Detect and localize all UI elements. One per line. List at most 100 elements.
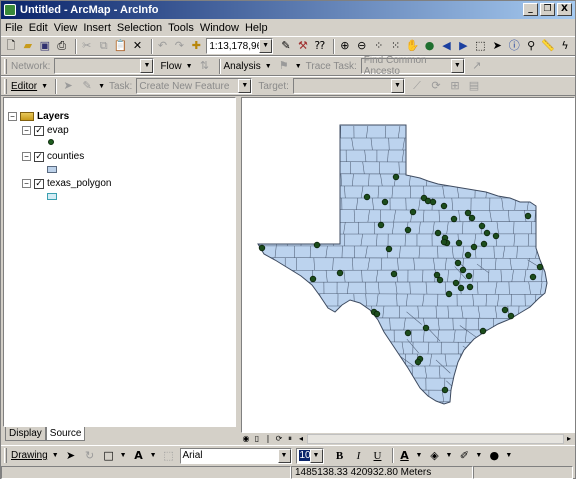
text-dropdown-icon[interactable]: ▼ [150,452,157,459]
sketch-dropdown-icon[interactable]: ▼ [98,83,105,90]
evap-point[interactable] [480,240,488,248]
editor-dropdown-icon[interactable]: ▼ [41,83,48,90]
evap-point[interactable] [459,266,467,274]
line-color-dropdown-icon[interactable]: ▼ [475,452,482,459]
solve-icon[interactable]: ↗ [469,58,485,74]
evap-point[interactable] [440,238,448,246]
marker-color-icon[interactable]: ● [486,448,502,464]
font-size-combo[interactable]: 10 ▼ [295,447,324,464]
fixed-zoom-in-icon[interactable]: ⁘ [372,38,386,54]
evap-point[interactable] [507,312,515,320]
evap-point[interactable] [409,208,417,216]
select-elements-icon[interactable]: ➤ [490,38,504,54]
evap-point[interactable] [404,329,412,337]
menu-help[interactable]: Help [245,22,268,34]
evap-point[interactable] [336,269,344,277]
evap-point[interactable] [464,251,472,259]
menu-window[interactable]: Window [200,22,239,34]
evap-point[interactable] [452,279,460,287]
editor-menu[interactable]: Editor [11,81,37,92]
pan-icon[interactable]: ✋ [406,38,420,54]
evap-point[interactable] [445,290,453,298]
evap-point[interactable] [470,243,478,251]
layer-checkbox[interactable]: ✓ [34,178,44,189]
collapse-icon[interactable]: − [22,126,31,135]
split-tool-icon[interactable]: ⟋ [409,78,425,94]
bold-button[interactable]: B [332,448,348,464]
evap-point[interactable] [258,244,266,252]
flag-dropdown-icon[interactable]: ▼ [295,63,302,70]
fixed-zoom-out-icon[interactable]: ⁙ [389,38,403,54]
scroll-right-icon[interactable]: ▸ [564,434,574,444]
copy-icon[interactable]: ⧉ [97,38,111,54]
globe-icon[interactable]: ◉ [241,434,251,444]
evap-point[interactable] [363,193,371,201]
menu-edit[interactable]: Edit [29,22,48,34]
evap-point[interactable] [309,275,317,283]
minimize-button[interactable]: _ [523,3,538,16]
evap-point[interactable] [422,324,430,332]
italic-button[interactable]: I [351,448,367,464]
trace-task-combo[interactable]: Find Common Ancesto ▼ [360,55,465,77]
tab-source[interactable]: Source [45,427,86,441]
chevron-down-icon[interactable]: ▼ [277,448,291,463]
layer-checkbox[interactable]: ✓ [34,151,44,162]
save-icon[interactable]: ▣ [38,38,52,54]
tab-display[interactable]: Display [5,427,46,441]
evap-point[interactable] [440,202,448,210]
sketch-tool-icon[interactable]: ✎ [79,78,95,94]
back-extent-icon[interactable]: ◀ [439,38,453,54]
add-data-icon[interactable]: ✚ [189,38,203,54]
rotate-tool-icon[interactable]: ⟳ [428,78,444,94]
evap-point[interactable] [313,241,321,249]
zoom-in-icon[interactable]: ⊕ [338,38,352,54]
scroll-left-icon[interactable]: ◂ [296,434,306,444]
network-combo[interactable]: ▼ [54,58,155,74]
evap-point[interactable] [436,276,444,284]
rectangle-dropdown-icon[interactable]: ▼ [120,452,127,459]
collapse-icon[interactable]: − [22,152,31,161]
layout-view-icon[interactable]: ▯ [252,434,262,444]
evap-point[interactable] [465,272,473,280]
evap-point[interactable] [479,327,487,335]
evap-point[interactable] [441,386,449,394]
sketch-properties-icon[interactable]: ▤ [466,78,482,94]
redo-icon[interactable]: ↷ [172,38,186,54]
toc-root[interactable]: − Layers [8,111,69,122]
editor-toolbar-icon[interactable]: ✎ [279,38,293,54]
delete-icon[interactable]: ✕ [131,38,145,54]
evap-point[interactable] [454,259,462,267]
evap-point[interactable] [373,310,381,318]
flow-dropdown-icon[interactable]: ▼ [186,63,193,70]
analysis-dropdown-icon[interactable]: ▼ [265,63,272,70]
measure-icon[interactable]: 📏 [541,38,555,54]
evap-point[interactable] [468,214,476,222]
evap-point[interactable] [385,245,393,253]
flow-tool-icon[interactable]: ⇅ [197,58,213,74]
evap-point[interactable] [414,358,422,366]
cut-icon[interactable]: ✂ [80,38,94,54]
identify-icon[interactable]: ⓘ [507,38,521,54]
paste-icon[interactable]: 📋 [114,38,128,54]
evap-point[interactable] [455,239,463,247]
chevron-down-icon[interactable]: ▼ [259,39,273,53]
fill-color-dropdown-icon[interactable]: ▼ [445,452,452,459]
font-color-icon[interactable]: A [397,448,413,464]
chevron-down-icon[interactable]: ▼ [238,79,252,93]
find-icon[interactable]: ⚲ [524,38,538,54]
chevron-down-icon[interactable]: ▼ [390,79,404,93]
target-combo[interactable]: ▼ [292,78,405,94]
refresh-icon[interactable]: ⟳ [274,434,284,444]
evap-point[interactable] [464,209,472,217]
evap-point[interactable] [433,271,441,279]
menu-insert[interactable]: Insert [83,22,111,34]
evap-point[interactable] [466,283,474,291]
map-scale-combo[interactable]: 1:13,178,961 ▼ [206,38,274,54]
evap-point[interactable] [434,229,442,237]
evap-point[interactable] [536,263,544,271]
menu-view[interactable]: View [54,22,78,34]
arctoolbox-icon[interactable]: ⚒ [296,38,310,54]
evap-point[interactable] [524,212,532,220]
collapse-icon[interactable]: − [22,179,31,188]
line-color-icon[interactable]: ✐ [456,448,472,464]
